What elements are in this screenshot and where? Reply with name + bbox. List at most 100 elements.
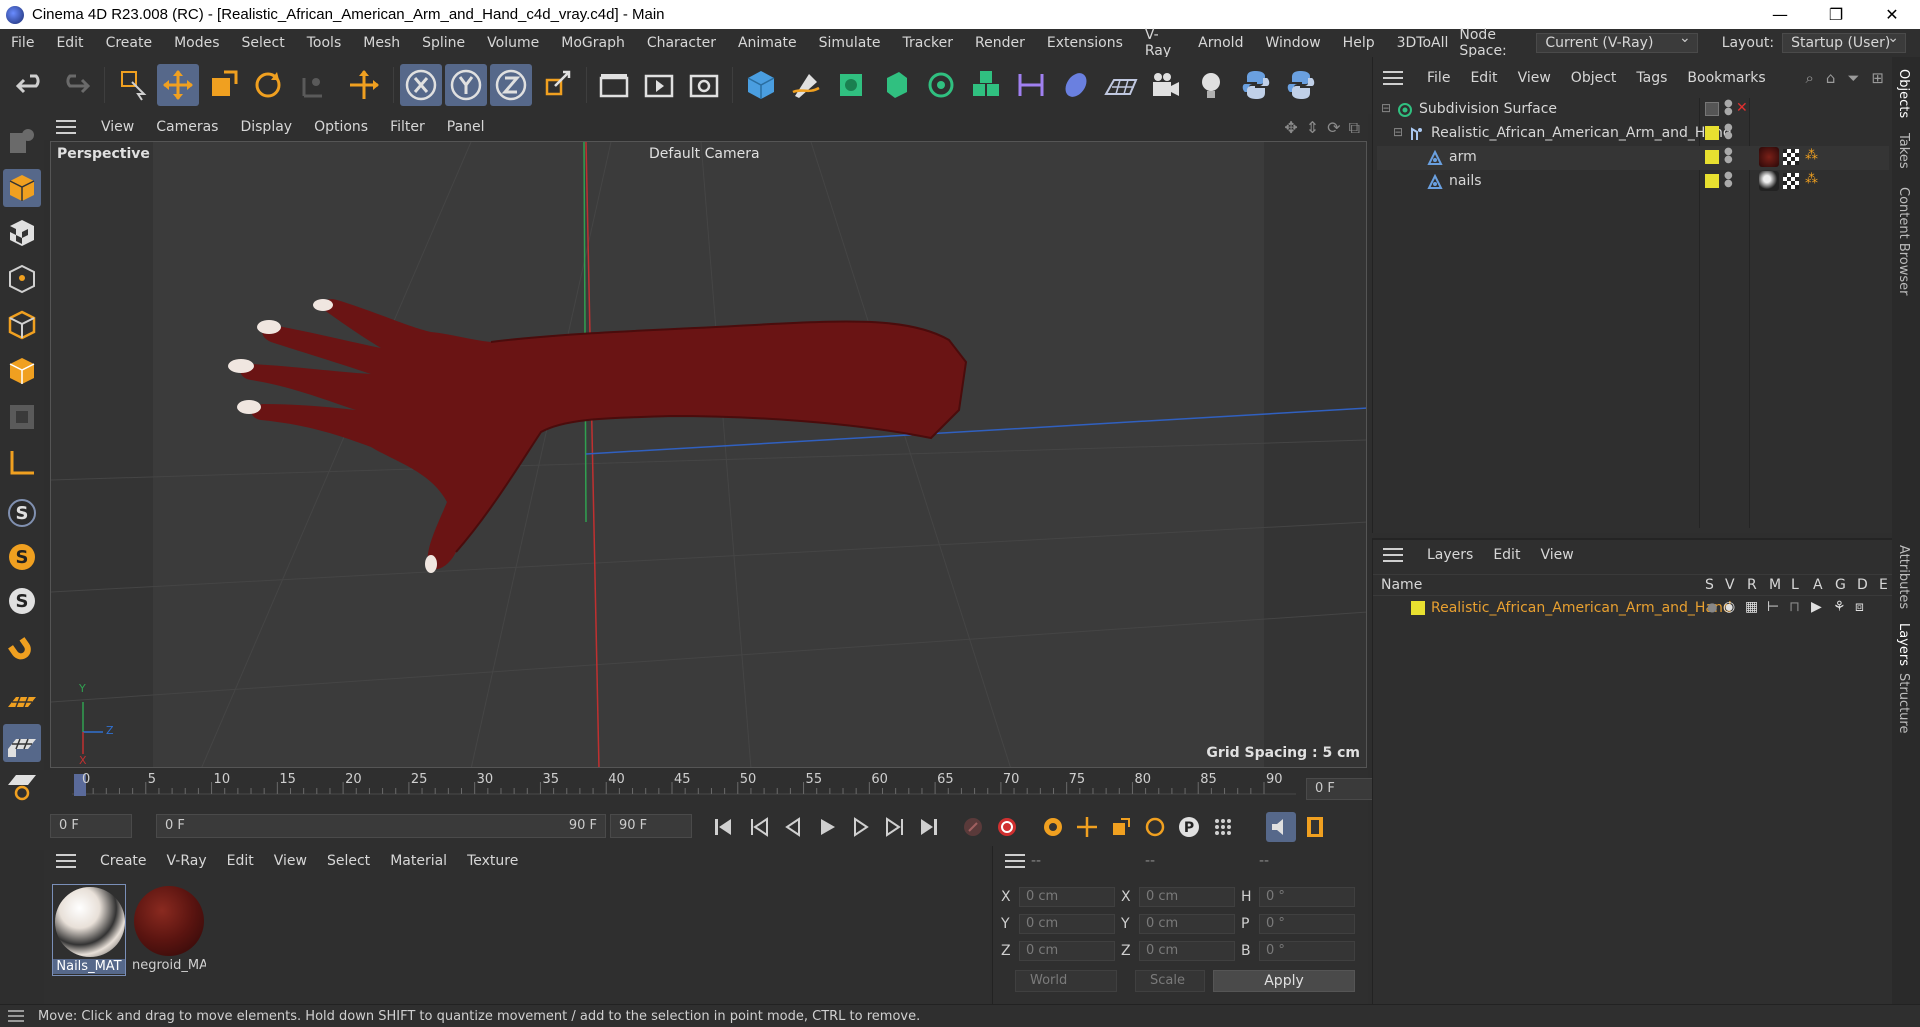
rotation-p-field[interactable]: 0 ° [1259,914,1355,934]
viewport-camera-label[interactable]: Default Camera [649,146,760,162]
apply-button[interactable]: Apply [1213,970,1355,992]
uv-mode-button[interactable] [3,398,41,436]
visibility-dots-icon[interactable]: ● ● [1724,147,1733,165]
camera-object-button[interactable] [1145,64,1187,106]
autokey-button[interactable] [992,812,1022,842]
menu-edit[interactable]: Edit [45,35,94,51]
collapse-toggle-icon[interactable]: ⊟ [1381,101,1391,115]
layer-color-swatch[interactable] [1705,126,1719,140]
layers-menu-view[interactable]: View [1530,547,1583,563]
prev-keyframe-button[interactable] [744,812,774,842]
viewport-menu-options[interactable]: Options [303,119,379,135]
viewport-menu-view[interactable]: View [90,119,145,135]
object-row-arm[interactable]: arm ● ● ⁂ [1377,146,1889,170]
om-menu-object[interactable]: Object [1561,70,1627,86]
snap-settings-button[interactable]: S [3,538,41,576]
material-tag-icon[interactable] [1759,147,1779,167]
next-frame-button[interactable] [846,812,876,842]
generator-icon[interactable]: ⚘ [1833,599,1846,615]
om-menu-edit[interactable]: Edit [1460,70,1507,86]
visibility-dots-icon[interactable]: ● ● [1724,123,1733,141]
size-y-field[interactable]: 0 cm [1139,914,1235,934]
model-mode-button[interactable] [3,169,41,207]
y-axis-lock-button[interactable] [445,64,487,106]
material-menu-vray[interactable]: V-Ray [157,853,217,869]
inactive-tool-button[interactable] [292,64,334,106]
menu-extensions[interactable]: Extensions [1036,35,1134,51]
floor-object-button[interactable] [1100,64,1142,106]
menu-animate[interactable]: Animate [727,35,808,51]
move-tool-button[interactable] [157,64,199,106]
coordinate-system-button[interactable] [537,64,579,106]
cube-object-button[interactable] [740,64,782,106]
om-menu-bookmarks[interactable]: Bookmarks [1677,70,1775,86]
rotation-h-field[interactable]: 0 ° [1259,887,1355,907]
viewport-menu-display[interactable]: Display [229,119,303,135]
axis-mode-button[interactable] [3,444,41,482]
material-menu-edit[interactable]: Edit [217,853,264,869]
size-x-field[interactable]: 0 cm [1139,887,1235,907]
3d-viewport[interactable]: Perspective Default Camera Y Z X Grid Sp… [50,141,1367,768]
disabled-x-icon[interactable]: ✕ [1736,100,1748,116]
node-space-dropdown[interactable]: Current (V-Ray) [1536,30,1698,53]
object-manager-hamburger-icon[interactable] [1383,70,1403,85]
snap-enable-button[interactable]: S [3,494,41,532]
planar-workplane-button[interactable] [3,766,41,804]
goto-end-button[interactable] [914,812,944,842]
record-keys-button[interactable] [958,812,988,842]
live-selection-button[interactable] [112,64,154,106]
visibility-dots-icon[interactable]: ● ● [1724,171,1733,189]
pan-view-icon[interactable]: ✥ [1284,118,1297,138]
menu-modes[interactable]: Modes [163,35,230,51]
manager-tree-icon[interactable]: ⊢ [1767,599,1779,615]
menu-vray[interactable]: V-Ray [1134,27,1187,59]
edge-mode-button[interactable] [3,306,41,344]
coords-hamburger-icon[interactable] [1005,854,1025,868]
editor-enabled-checkbox[interactable] [1705,102,1719,116]
menu-spline[interactable]: Spline [411,35,476,51]
vray-tag-icon[interactable]: ⁂ [1805,172,1818,187]
key-position-button[interactable] [1072,812,1102,842]
orbit-view-icon[interactable]: ⟳ [1327,118,1340,138]
position-z-field[interactable]: 0 cm [1019,941,1115,961]
python-generator-button[interactable] [1280,64,1322,106]
menu-file[interactable]: File [0,35,45,51]
viewport-menu-filter[interactable]: Filter [379,119,436,135]
make-editable-button[interactable] [3,122,41,160]
extrude-button[interactable] [875,64,917,106]
coordinate-mode-dropdown[interactable]: Scale [1135,970,1205,992]
subdivision-surface-button[interactable] [830,64,872,106]
polygon-mode-button[interactable] [3,352,41,390]
goto-start-button[interactable] [708,812,738,842]
animation-play-icon[interactable]: ▶ [1811,599,1822,615]
menu-mesh[interactable]: Mesh [352,35,411,51]
material-menu-view[interactable]: View [264,853,317,869]
redo-button[interactable] [54,64,96,106]
new-window-icon[interactable]: ⊞ [1871,69,1884,87]
frame-range-slider[interactable]: 0 F 90 F [156,814,606,838]
viewport-hamburger-icon[interactable] [56,120,76,134]
om-menu-tags[interactable]: Tags [1626,70,1677,86]
dolly-view-icon[interactable]: ⇕ [1306,118,1319,138]
sound-button[interactable] [1266,812,1296,842]
x-axis-lock-button[interactable] [400,64,442,106]
mograph-fracture-button[interactable] [965,64,1007,106]
layer-color-swatch[interactable] [1705,150,1719,164]
tab-structure[interactable]: Structure [1896,673,1911,733]
menu-window[interactable]: Window [1254,35,1331,51]
timeline-window-button[interactable] [1300,812,1330,842]
tab-layers[interactable]: Layers [1896,623,1911,666]
magnet-tool-button[interactable] [3,632,41,670]
layout-dropdown[interactable]: Startup (User) [1782,30,1906,53]
tab-takes[interactable]: Takes [1896,133,1911,169]
material-menu-texture[interactable]: Texture [457,853,528,869]
tab-attributes[interactable]: Attributes [1896,545,1911,609]
eye-icon[interactable]: ◉ [1723,599,1735,615]
size-z-field[interactable]: 0 cm [1139,941,1235,961]
material-menu-create[interactable]: Create [90,853,157,869]
viewport-menu-panel[interactable]: Panel [436,119,496,135]
material-hamburger-icon[interactable] [56,854,76,868]
object-row-arm-and-hand-null[interactable]: ⊟ Realistic_African_American_Arm_and_Han… [1377,122,1889,146]
filter-icon[interactable]: ⏷ [1847,69,1859,87]
uvw-tag-icon[interactable] [1783,173,1799,189]
